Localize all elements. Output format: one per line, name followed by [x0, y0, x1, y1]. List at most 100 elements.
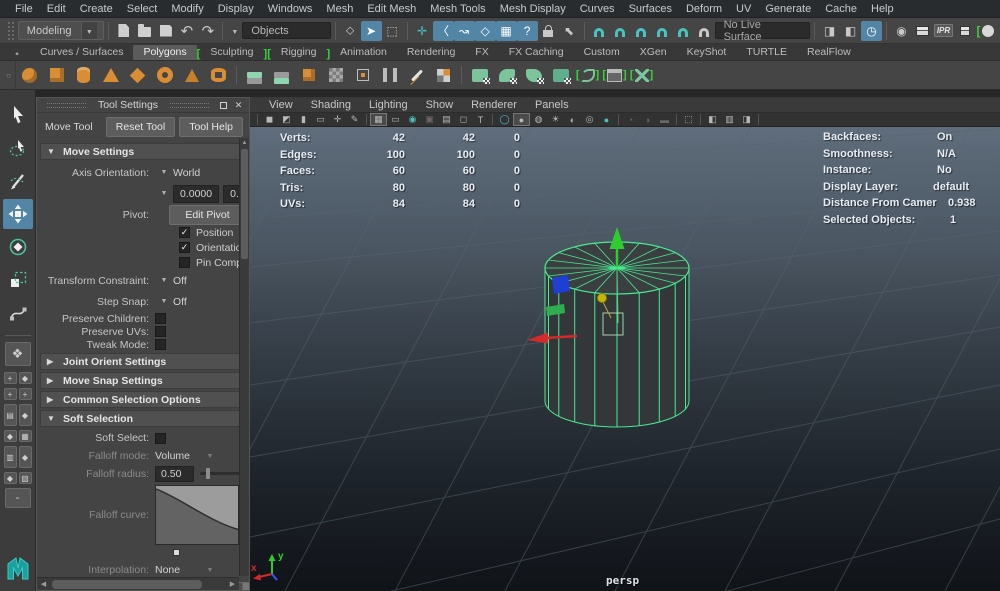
viewport-menu-lighting[interactable]: Lighting [360, 99, 417, 111]
gamma-icon[interactable]: ◑ [639, 113, 656, 126]
use-all-lights-icon[interactable]: ☀ [547, 113, 564, 126]
help-mode-icon[interactable]: ? [517, 21, 538, 41]
textured-display-icon[interactable]: ◍ [530, 113, 547, 126]
layout-outliner-persp-button[interactable]: ▤ [4, 404, 17, 426]
mask-surfaces-icon[interactable]: ◇ [475, 21, 496, 41]
shelf-tab-sculpting[interactable]: Sculpting [200, 45, 263, 60]
layout-uv-persp-button[interactable]: ▥ [4, 446, 17, 468]
select-object-icon[interactable]: ➤ [361, 21, 382, 41]
uv-editor-icon[interactable] [601, 63, 628, 88]
viewport-menu-show[interactable]: Show [417, 99, 463, 111]
target-weld-icon[interactable] [430, 63, 457, 88]
vertical-scrollbar[interactable]: ▲ [239, 138, 249, 576]
snap-projected-center-icon[interactable] [652, 21, 673, 41]
select-component-icon[interactable]: ⬚ [382, 21, 403, 41]
transform-constraint-value[interactable]: Off [173, 275, 187, 287]
menu-edit-mesh[interactable]: Edit Mesh [360, 3, 423, 15]
shadows-icon[interactable]: ◐ [564, 113, 581, 126]
tweak-mode-checkbox[interactable] [155, 339, 166, 350]
orientation-checkbox[interactable] [179, 242, 190, 253]
menuset-dropdown[interactable]: Modeling [18, 21, 105, 40]
shelf-tab-fx[interactable]: FX [465, 45, 498, 60]
poly-pyramid-icon[interactable] [178, 63, 205, 88]
shelf-tab-polygons[interactable]: Polygons [133, 45, 196, 60]
poly-pipe-icon[interactable] [205, 63, 232, 88]
two-d-pan-zoom-icon[interactable]: ✛ [329, 113, 346, 126]
resolution-gate-icon[interactable]: ◉ [404, 113, 421, 126]
poly-torus-icon[interactable] [151, 63, 178, 88]
field-chart-icon[interactable]: ▤ [438, 113, 455, 126]
layout-persp-outliner-button[interactable]: ◆ [19, 372, 32, 384]
menu-uv[interactable]: UV [729, 3, 758, 15]
edit-mesh-node-icon[interactable] [349, 63, 376, 88]
reset-tool-button[interactable]: Reset Tool [106, 117, 175, 137]
output-connections-icon[interactable]: ◧ [840, 21, 861, 41]
live-surface-field[interactable]: No Live Surface [715, 22, 810, 39]
falloff-curve-graph[interactable] [155, 485, 239, 545]
shelf-menu-icon[interactable]: ▪ [4, 49, 30, 60]
option-menu-icon[interactable] [201, 453, 219, 460]
shelf-edge-grip[interactable]: ○ [2, 61, 16, 89]
lock-selection-icon[interactable] [538, 21, 559, 41]
uv-automatic-icon[interactable] [493, 63, 520, 88]
exposure-icon[interactable]: ◔ [622, 113, 639, 126]
scroll-left-icon[interactable]: ◀ [37, 580, 50, 588]
shelf-tab-rigging[interactable]: Rigging [271, 45, 327, 60]
screen-space-ao-icon[interactable]: ◎ [581, 113, 598, 126]
menu-edit[interactable]: Edit [40, 3, 73, 15]
pane-layout-outliner-icon[interactable]: ◨ [738, 113, 755, 126]
subdivide-grid-icon[interactable] [322, 63, 349, 88]
menu-deform[interactable]: Deform [679, 3, 729, 15]
option-menu-icon[interactable] [155, 298, 173, 305]
interpolation-value[interactable]: None [155, 564, 201, 576]
poly-cylinder-icon[interactable] [70, 63, 97, 88]
option-menu-icon[interactable] [155, 277, 173, 284]
layout-two-stacked-button[interactable]: + [19, 388, 32, 400]
chevron-down-icon[interactable] [231, 25, 238, 37]
multi-cut-icon[interactable] [403, 63, 430, 88]
safe-title-icon[interactable]: T [472, 113, 489, 126]
uv-contour-stretch-icon[interactable] [520, 63, 547, 88]
viewport-menu-view[interactable]: View [260, 99, 302, 111]
smooth-mesh-icon[interactable] [295, 63, 322, 88]
make-live-icon[interactable] [694, 21, 715, 41]
menu-generate[interactable]: Generate [758, 3, 818, 15]
bridge-icon[interactable] [376, 63, 403, 88]
soft-selection-header[interactable]: Soft Selection [40, 410, 246, 427]
menu-windows[interactable]: Windows [261, 3, 320, 15]
mask-deformers-icon[interactable]: ▦ [496, 21, 517, 41]
preserve-uvs-checkbox[interactable] [155, 326, 166, 337]
horizontal-scrollbar[interactable]: ◀ ▶ [37, 577, 239, 590]
menu-file[interactable]: File [8, 3, 40, 15]
close-panel-icon[interactable]: ✕ [232, 99, 245, 111]
slider-thumb[interactable] [206, 468, 210, 479]
z-plane-handle[interactable] [552, 275, 570, 294]
toolbar-grip[interactable] [8, 22, 14, 40]
layout-four-view-button[interactable]: ❖ [5, 342, 31, 366]
layout-preset-b-button[interactable]: ▧ [19, 472, 32, 484]
uv-path-unfold-icon[interactable] [574, 63, 601, 88]
select-camera-icon[interactable]: ◼ [261, 113, 278, 126]
menu-cache[interactable]: Cache [818, 3, 864, 15]
menu-surfaces[interactable]: Surfaces [622, 3, 679, 15]
pin-component-pivot-checkbox[interactable] [179, 257, 190, 268]
falloff-radius-field[interactable]: 0.50 [155, 466, 194, 482]
option-menu-icon[interactable] [201, 567, 219, 574]
snap-view-plane-icon[interactable] [673, 21, 694, 41]
motion-blur-icon[interactable]: ● [598, 113, 615, 126]
menu-curves[interactable]: Curves [573, 3, 622, 15]
layout-persp-uv-button[interactable]: ◆ [19, 446, 32, 468]
layout-hypershade-button[interactable]: ▦ [19, 430, 32, 442]
isolate-select-icon[interactable]: ⬚ [680, 113, 697, 126]
menu-select[interactable]: Select [120, 3, 165, 15]
poly-sphere-icon[interactable] [16, 63, 43, 88]
layout-two-pane-button[interactable]: + [4, 388, 17, 400]
open-scene-icon[interactable] [134, 21, 155, 41]
layout-single-persp-button[interactable]: + [4, 372, 17, 384]
common-selection-options-header[interactable]: Common Selection Options [40, 391, 246, 408]
shelf-tab-animation[interactable]: Animation [330, 45, 397, 60]
move-snap-settings-header[interactable]: Move Snap Settings [40, 372, 246, 389]
menu-help[interactable]: Help [864, 3, 901, 15]
shelf-tab-fx-caching[interactable]: FX Caching [499, 45, 574, 60]
shelf-tab-custom[interactable]: Custom [574, 45, 630, 60]
